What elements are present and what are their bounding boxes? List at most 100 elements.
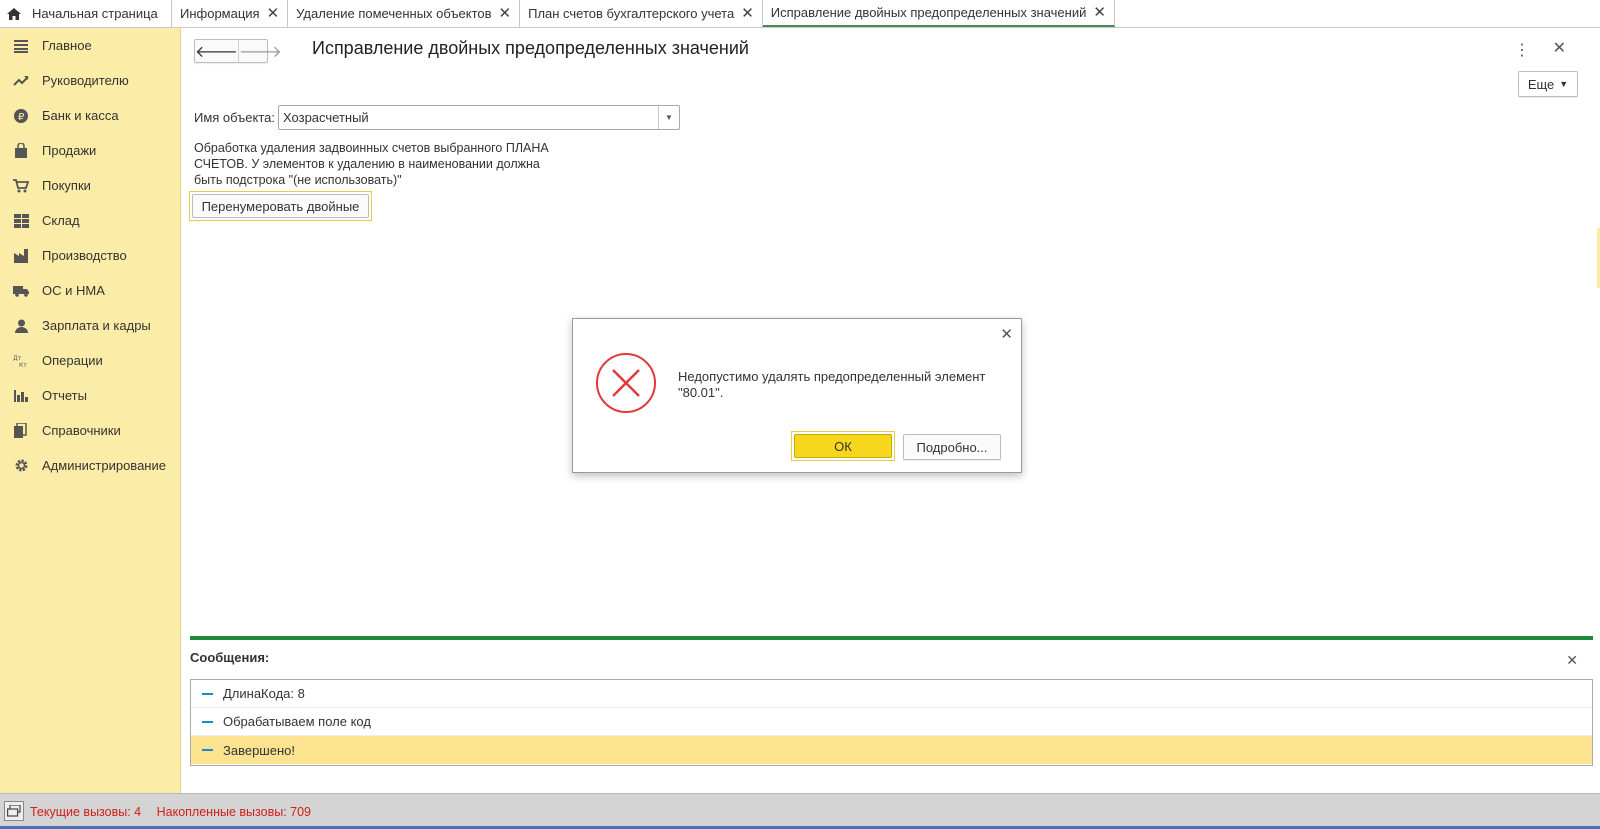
messages-list: ДлинаКода: 8 Обрабатываем поле код Завер… xyxy=(190,679,1593,766)
home-icon xyxy=(7,7,21,20)
close-icon[interactable]: ✕ xyxy=(741,6,754,21)
tab-fix-duplicates[interactable]: Исправление двойных предопределенных зна… xyxy=(762,0,1115,27)
tab-bar: Начальная страница Информация ✕ Удаление… xyxy=(0,0,1600,28)
sidebar-item-label: Производство xyxy=(42,248,127,263)
close-icon[interactable]: ✕ xyxy=(1566,652,1578,669)
sidebar-item-fixed-assets[interactable]: ОС и НМА xyxy=(0,273,180,308)
trend-up-icon xyxy=(12,72,30,90)
truck-icon xyxy=(12,282,30,300)
close-icon[interactable]: ✕ xyxy=(1553,38,1566,58)
tab-label: План счетов бухгалтерского учета xyxy=(528,6,735,21)
sidebar-item-reports[interactable]: Отчеты xyxy=(0,378,180,413)
sidebar-item-sales[interactable]: Продажи xyxy=(0,133,180,168)
chevron-down-icon: ▼ xyxy=(1559,79,1569,89)
object-name-select[interactable]: Хозрасчетный ▼ xyxy=(278,105,680,130)
history-nav: 🡐 🡒 xyxy=(194,39,282,63)
details-button[interactable]: Подробно... xyxy=(903,434,1001,460)
more-button-label: Еще xyxy=(1527,76,1555,92)
error-dialog: ✕ Недопустимо удалять предопределенный э… xyxy=(572,318,1022,473)
tab-label: Начальная страница xyxy=(32,6,158,21)
renumber-button-focus: Перенумеровать двойные xyxy=(189,191,372,221)
shopping-bag-icon xyxy=(12,142,30,160)
form-description: Обработка удаления задвоинных счетов выб… xyxy=(194,141,549,187)
sidebar-item-label: Склад xyxy=(42,213,80,228)
sidebar-item-warehouse[interactable]: Склад xyxy=(0,203,180,238)
dash-icon xyxy=(202,749,213,751)
object-name-value: Хозрасчетный xyxy=(283,110,369,125)
back-arrow-icon[interactable]: 🡐 xyxy=(195,40,238,62)
sidebar-item-label: Операции xyxy=(42,353,103,368)
dt-kt-icon: Дт Кт xyxy=(12,352,30,370)
message-text: Завершено! xyxy=(223,742,295,758)
sidebar-item-label: Банк и касса xyxy=(42,108,119,123)
current-calls: Текущие вызовы: 4 xyxy=(30,805,142,819)
object-name-label: Имя объекта: xyxy=(194,110,276,125)
tab-label: Удаление помеченных объектов xyxy=(296,6,492,21)
close-icon[interactable]: ✕ xyxy=(1000,325,1013,343)
svg-text:Дт: Дт xyxy=(13,355,22,362)
error-icon xyxy=(596,353,656,413)
messages-separator[interactable] xyxy=(190,636,1593,640)
dialog-message: Недопустимо удалять предопределенный эле… xyxy=(678,369,986,400)
list-item[interactable]: Обрабатываем поле код xyxy=(191,708,1592,736)
message-text: Обрабатываем поле код xyxy=(223,714,371,729)
sidebar-item-label: Покупки xyxy=(42,178,91,193)
sidebar-item-purchases[interactable]: Покупки xyxy=(0,168,180,203)
svg-text:Кт: Кт xyxy=(19,362,27,368)
close-icon[interactable]: ✕ xyxy=(499,6,512,21)
sidebar-item-label: Главное xyxy=(42,38,92,53)
forward-arrow-icon[interactable]: 🡒 xyxy=(237,40,282,62)
list-item[interactable]: Завершено! xyxy=(191,736,1592,764)
gear-icon xyxy=(12,457,30,475)
cart-icon xyxy=(12,177,30,195)
message-text: ДлинаКода: 8 xyxy=(223,686,305,701)
menu-lines-icon xyxy=(12,37,30,55)
windows-icon[interactable] xyxy=(4,801,24,821)
bar-chart-icon xyxy=(12,387,30,405)
sidebar-item-production[interactable]: Производство xyxy=(0,238,180,273)
ok-button[interactable]: ОК xyxy=(794,434,892,458)
call-counters: Текущие вызовы: 4 Накопленные вызовы: 70… xyxy=(30,805,311,819)
renumber-button[interactable]: Перенумеровать двойные xyxy=(192,194,369,218)
tab-label: Исправление двойных предопределенных зна… xyxy=(770,5,1087,20)
ok-button-focus: ОК xyxy=(791,431,895,461)
sidebar: Главное Руководителю ₽ Банк и касса Прод… xyxy=(0,28,181,793)
sidebar-item-salary[interactable]: Зарплата и кадры xyxy=(0,308,180,343)
sidebar-item-bank[interactable]: ₽ Банк и касса xyxy=(0,98,180,133)
tab-info[interactable]: Информация ✕ xyxy=(172,0,289,27)
tab-home[interactable]: Начальная страница xyxy=(0,0,172,27)
sidebar-item-label: ОС и НМА xyxy=(42,283,105,298)
sidebar-item-operations[interactable]: Дт Кт Операции xyxy=(0,343,180,378)
close-icon[interactable]: ✕ xyxy=(267,6,280,21)
dash-icon xyxy=(202,720,213,723)
tab-chart-of-accounts[interactable]: План счетов бухгалтерского учета ✕ xyxy=(520,0,763,27)
messages-title: Сообщения: xyxy=(190,650,270,665)
tab-delete-marked[interactable]: Удаление помеченных объектов ✕ xyxy=(288,0,521,27)
list-item[interactable]: ДлинаКода: 8 xyxy=(191,680,1592,708)
sidebar-item-admin[interactable]: Администрирование xyxy=(0,448,180,483)
page-title: Исправление двойных предопределенных зна… xyxy=(312,38,749,58)
more-button[interactable]: Еще ▼ xyxy=(1518,71,1578,97)
tab-label: Информация xyxy=(180,6,260,21)
warehouse-grid-icon xyxy=(12,212,30,230)
close-icon[interactable]: ✕ xyxy=(1093,5,1106,20)
kebab-menu-icon[interactable]: ⋮ xyxy=(1514,40,1530,60)
sidebar-item-label: Отчеты xyxy=(42,388,87,403)
chevron-down-icon[interactable]: ▼ xyxy=(658,106,679,129)
svg-text:₽: ₽ xyxy=(18,112,25,123)
dash-icon xyxy=(202,692,213,695)
sidebar-item-label: Зарплата и кадры xyxy=(42,318,151,333)
sidebar-item-label: Администрирование xyxy=(42,458,166,473)
accumulated-calls: Накопленные вызовы: 709 xyxy=(156,805,311,819)
person-icon xyxy=(12,317,30,335)
sidebar-item-label: Продажи xyxy=(42,143,97,158)
sidebar-item-label: Справочники xyxy=(42,423,121,438)
sidebar-item-main[interactable]: Главное xyxy=(0,28,180,63)
ruble-coin-icon: ₽ xyxy=(12,107,30,125)
books-icon xyxy=(12,422,30,440)
sidebar-item-manager[interactable]: Руководителю xyxy=(0,63,180,98)
factory-icon xyxy=(12,247,30,265)
sidebar-item-label: Руководителю xyxy=(42,73,129,88)
status-bar: Текущие вызовы: 4 Накопленные вызовы: 70… xyxy=(0,793,1600,829)
sidebar-item-catalogs[interactable]: Справочники xyxy=(0,413,180,448)
